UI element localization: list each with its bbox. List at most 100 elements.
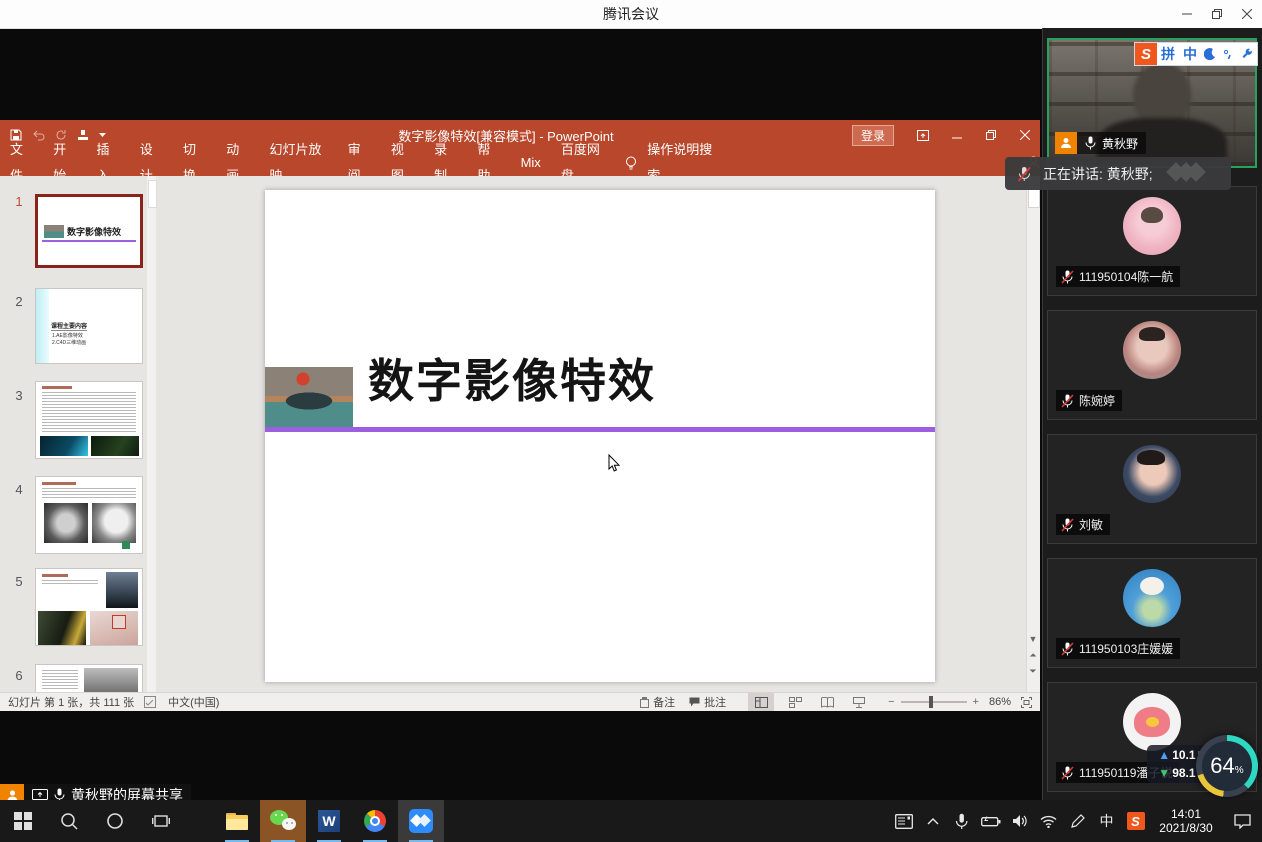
avatar-hair bbox=[1137, 450, 1165, 465]
ribbon-display-icon[interactable] bbox=[908, 121, 938, 149]
search-icon[interactable] bbox=[46, 800, 92, 842]
thumb-number-2: 2 bbox=[6, 294, 32, 309]
ime-moon-icon[interactable] bbox=[1201, 48, 1219, 60]
language-status[interactable]: 中文(中国) bbox=[168, 694, 219, 710]
avatar bbox=[1123, 569, 1181, 627]
slide-editor[interactable]: 数字影像特效 bbox=[265, 190, 935, 682]
ime-wrench-icon[interactable] bbox=[1237, 48, 1257, 60]
ppt-login-button[interactable]: 登录 bbox=[852, 125, 894, 146]
thumbnail-scrollbar[interactable] bbox=[147, 176, 156, 692]
avatar bbox=[1123, 693, 1181, 751]
zoom-slider-thumb[interactable] bbox=[929, 696, 933, 708]
tray-mic-icon[interactable] bbox=[947, 800, 976, 842]
slide-thumbnail-4[interactable] bbox=[35, 476, 143, 554]
thumb-number-4: 4 bbox=[6, 482, 32, 497]
tray-clock[interactable]: 14:01 2021/8/30 bbox=[1150, 807, 1222, 835]
slide-thumbnail-5[interactable] bbox=[35, 568, 143, 646]
chrome-icon[interactable] bbox=[352, 800, 398, 842]
cortana-icon[interactable] bbox=[92, 800, 138, 842]
ime-pinyin-label[interactable]: 拼 bbox=[1157, 44, 1179, 64]
notes-button[interactable]: 备注 bbox=[653, 694, 675, 710]
thumb2-line1: 1.AE影像特效 bbox=[52, 332, 83, 339]
pen-icon[interactable] bbox=[1063, 800, 1092, 842]
sogou-tray-icon[interactable]: S bbox=[1121, 800, 1150, 842]
slide-thumbnail-2[interactable]: 课程主要内容 1.AE影像特效 2.C4D三维动画 bbox=[35, 288, 143, 364]
battery-icon[interactable] bbox=[976, 800, 1005, 842]
slide-counter: 幻灯片 第 1 张，共 111 张 bbox=[8, 694, 134, 710]
normal-view-button[interactable] bbox=[748, 693, 774, 711]
slide-title-text[interactable]: 数字影像特效 bbox=[368, 345, 656, 411]
start-button[interactable] bbox=[0, 800, 46, 842]
avatar bbox=[1123, 321, 1181, 379]
ppt-minimize-button[interactable] bbox=[942, 121, 972, 149]
slide-thumbnail-6[interactable] bbox=[35, 664, 143, 692]
participant-name: 111950104陈一航 bbox=[1079, 268, 1173, 285]
ppt-workspace: 1 数字影像特效 2 课程主要内容 1.AE影像特效 2.C4D三维动画 3 bbox=[0, 176, 1040, 692]
news-widget-icon[interactable] bbox=[889, 800, 918, 842]
word-icon[interactable]: W bbox=[306, 800, 352, 842]
thumb5-textlines bbox=[42, 580, 98, 586]
avatar bbox=[1123, 197, 1181, 255]
wifi-icon[interactable] bbox=[1034, 800, 1063, 842]
next-slide-button[interactable]: ⏷ bbox=[1026, 664, 1040, 678]
ime-chinese-label[interactable]: 中 bbox=[1179, 44, 1201, 64]
thumb5-inset-icon bbox=[112, 615, 126, 629]
action-center-icon[interactable] bbox=[1222, 800, 1262, 842]
participants-panel: 黄秋野 111950104陈一航 陈婉婷 bbox=[1042, 28, 1262, 800]
slide-thumbnail-1[interactable]: 数字影像特效 bbox=[35, 194, 143, 268]
zoom-level[interactable]: 86% bbox=[989, 696, 1011, 708]
video-tile[interactable]: 刘敏 bbox=[1047, 434, 1257, 544]
sogou-logo-icon[interactable]: S bbox=[1135, 43, 1157, 65]
task-view-icon[interactable] bbox=[138, 800, 184, 842]
spellcheck-icon[interactable] bbox=[144, 696, 156, 708]
menu-mix[interactable]: Mix bbox=[511, 150, 551, 176]
ime-punctuation-icon[interactable] bbox=[1219, 48, 1237, 60]
previous-slide-button[interactable]: ⏶ bbox=[1026, 648, 1040, 662]
lightbulb-icon bbox=[625, 156, 637, 171]
video-tile[interactable]: 111950104陈一航 bbox=[1047, 186, 1257, 296]
video-tile[interactable]: 111950103庄媛媛 bbox=[1047, 558, 1257, 668]
thumbnail-scroll-thumb[interactable] bbox=[148, 180, 157, 208]
scroll-down-arrow[interactable]: ▼ bbox=[1026, 632, 1040, 646]
slide-title-image[interactable] bbox=[265, 367, 353, 431]
tencent-meeting-icon[interactable] bbox=[398, 800, 444, 842]
mic-muted-icon bbox=[1061, 270, 1074, 284]
slide-vertical-scrollbar[interactable] bbox=[1026, 176, 1040, 692]
thumb3-image-right bbox=[91, 436, 139, 456]
thumb1-rule bbox=[42, 240, 136, 242]
meeting-window-titlebar: 腾讯会议 bbox=[0, 0, 1262, 29]
zoom-slider[interactable] bbox=[901, 701, 967, 703]
performance-unit: % bbox=[1235, 765, 1244, 776]
desktop: 腾讯会议 数字影像特效[兼容模式] - PowerPoint 登录 bbox=[0, 0, 1262, 842]
zoom-in-button[interactable]: + bbox=[973, 696, 979, 708]
close-button[interactable] bbox=[1232, 0, 1262, 28]
zoom-out-button[interactable]: − bbox=[888, 696, 894, 708]
performance-ring-badge[interactable]: 64 % bbox=[1196, 735, 1258, 797]
powerpoint-window: 数字影像特效[兼容模式] - PowerPoint 登录 文件 开始 插入 设计… bbox=[0, 120, 1040, 710]
reading-view-button[interactable] bbox=[814, 697, 840, 708]
ime-mode-indicator[interactable]: 中 bbox=[1092, 800, 1121, 842]
thumb3-image-left bbox=[40, 436, 88, 456]
tray-expand-chevron-icon[interactable] bbox=[918, 800, 947, 842]
thumb5-image-left bbox=[38, 611, 86, 645]
ppt-close-button[interactable] bbox=[1010, 121, 1040, 149]
minimize-button[interactable] bbox=[1172, 0, 1202, 28]
participant-nameplate: 111950103庄媛媛 bbox=[1056, 638, 1180, 659]
mic-muted-icon bbox=[1061, 642, 1074, 656]
fit-to-window-icon[interactable] bbox=[1021, 697, 1032, 708]
wechat-icon[interactable] bbox=[260, 800, 306, 842]
comments-button[interactable]: 批注 bbox=[704, 694, 726, 710]
slideshow-view-button[interactable] bbox=[846, 697, 872, 708]
file-explorer-icon[interactable] bbox=[214, 800, 260, 842]
slide-thumbnail-3[interactable] bbox=[35, 381, 143, 459]
restore-button[interactable] bbox=[1202, 0, 1232, 28]
ime-toolbar[interactable]: S 拼 中 bbox=[1134, 42, 1258, 66]
ppt-restore-button[interactable] bbox=[976, 121, 1006, 149]
video-tile[interactable]: 陈婉婷 bbox=[1047, 310, 1257, 420]
mic-muted-icon bbox=[1017, 166, 1031, 182]
download-value: 98.1 bbox=[1172, 766, 1195, 780]
volume-icon[interactable] bbox=[1005, 800, 1034, 842]
thumb1-title: 数字影像特效 bbox=[67, 225, 121, 238]
notes-icon bbox=[640, 697, 649, 708]
slide-sorter-view-button[interactable] bbox=[782, 697, 808, 708]
